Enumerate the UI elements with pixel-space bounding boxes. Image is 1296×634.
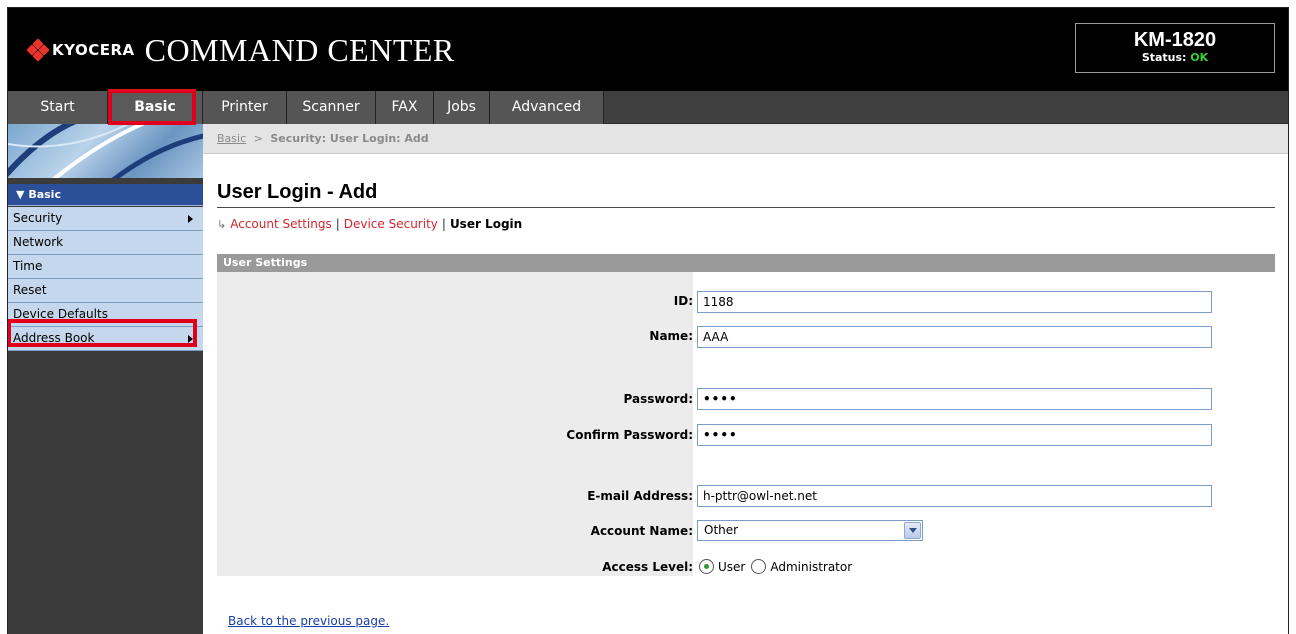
tab-fax[interactable]: FAX [376,91,434,124]
breadcrumb-current: Security: User Login: Add [270,132,429,145]
breadcrumb: Basic > Security: User Login: Add [203,124,1288,154]
sidebar-item-security[interactable]: Security [8,207,203,231]
status-text: Status: OK [1076,51,1274,65]
tab-basic[interactable]: Basic [108,91,203,124]
sidebar: ▼ Basic Security Network Time Reset Devi… [8,124,203,634]
page-title: User Login - Add [217,181,378,203]
sidebar-item-label: Reset [13,283,47,297]
password-input[interactable]: •••• [697,388,1212,410]
status-label: Status: [1141,51,1187,64]
sidebar-item-address-book[interactable]: Address Book [8,327,203,351]
sidebar-item-label: Security [13,211,63,225]
email-label: E-mail Address: [587,489,693,503]
access-user-radio[interactable] [699,559,714,574]
confirm-password-input[interactable]: •••• [697,424,1212,446]
sidebar-section-label: Basic [28,188,61,201]
arrow-right-icon [188,335,193,343]
sidebar-banner-image [8,124,203,178]
sidebar-item-device-defaults[interactable]: Device Defaults [8,303,203,327]
account-name-select[interactable]: Other [697,520,923,541]
section-header-user-settings: User Settings [217,254,1275,272]
kyocera-logo-icon [26,38,50,62]
access-level-label: Access Level: [602,560,693,574]
status-badge: OK [1190,51,1209,64]
logo: KYOCERA COMMAND CENTER [26,31,455,68]
return-arrow-icon: ↳ [217,218,227,231]
title-divider [217,207,1275,208]
account-name-value: Other [704,523,739,537]
id-label: ID: [673,294,693,308]
name-label: Name: [649,329,693,343]
access-admin-label[interactable]: Administrator [770,560,852,574]
brand-name: KYOCERA [52,41,135,59]
tab-advanced[interactable]: Advanced [490,91,604,124]
link-account-settings[interactable]: Account Settings [230,217,331,231]
main-nav: Start Basic Printer Scanner FAX Jobs Adv… [8,91,1288,124]
current-section-user-login: User Login [449,217,523,231]
sidebar-item-label: Address Book [13,331,95,345]
sidebar-item-reset[interactable]: Reset [8,279,203,303]
link-separator: | [441,217,446,231]
password-label: Password: [623,392,694,406]
breadcrumb-link-basic[interactable]: Basic [217,132,246,145]
tab-printer[interactable]: Printer [203,91,287,124]
email-input[interactable]: h-pttr@owl-net.net [697,485,1212,507]
tab-start[interactable]: Start [8,91,108,124]
link-device-security[interactable]: Device Security [344,217,438,231]
tab-scanner[interactable]: Scanner [287,91,376,124]
triangle-down-icon: ▼ [16,188,25,201]
app-title: COMMAND CENTER [144,31,455,68]
back-link[interactable]: Back to the previous page. [228,614,389,628]
device-status-box: KM-1820 Status: OK [1075,23,1275,73]
name-input[interactable]: AAA [697,326,1212,348]
sidebar-item-time[interactable]: Time [8,255,203,279]
header: KYOCERA COMMAND CENTER KM-1820 Status: O… [8,8,1288,91]
sidebar-item-label: Time [13,259,43,273]
app-frame: KYOCERA COMMAND CENTER KM-1820 Status: O… [7,7,1289,634]
access-user-label[interactable]: User [718,560,745,574]
access-admin-radio[interactable] [751,559,767,574]
sidebar-item-label: Device Defaults [13,307,108,321]
model-name: KM-1820 [1133,29,1217,51]
user-settings-form: ID: 1188 Name: AAA Password: •••• Confir… [217,272,1275,576]
link-separator: | [335,217,340,231]
chevron-down-icon[interactable] [904,522,921,539]
id-input[interactable]: 1188 [697,291,1212,313]
sidebar-section-basic[interactable]: ▼ Basic [8,184,203,206]
sidebar-item-label: Network [13,235,64,249]
access-level-options: User Administrator [699,559,858,574]
arrow-right-icon [188,215,193,223]
confirm-password-label: Confirm Password: [566,428,693,442]
breadcrumb-separator: > [253,132,263,145]
tab-jobs[interactable]: Jobs [434,91,490,124]
sub-navigation: ↳ Account Settings | Device Security | User L… [217,217,522,231]
sidebar-item-network[interactable]: Network [8,231,203,255]
account-name-label: Account Name: [590,524,693,538]
